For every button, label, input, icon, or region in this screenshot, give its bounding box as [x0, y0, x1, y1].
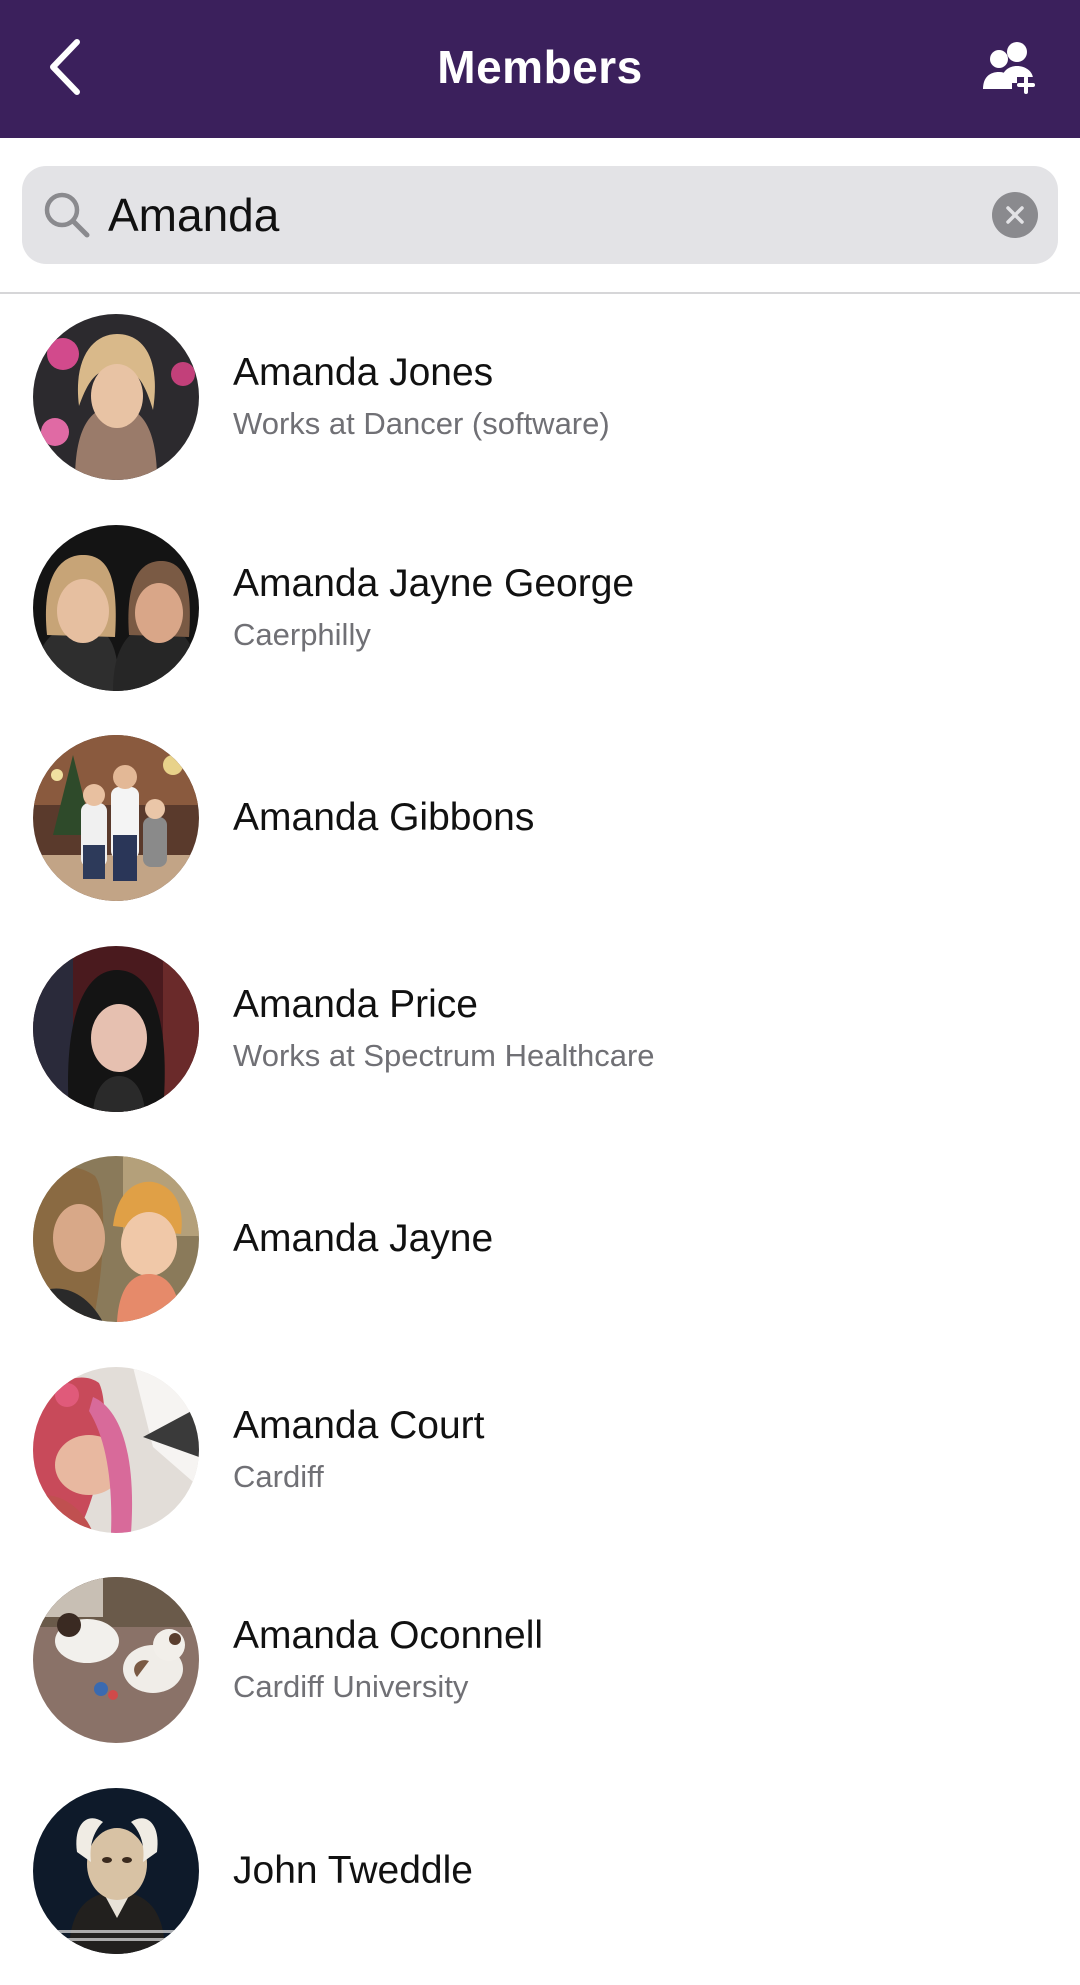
- avatar: [33, 1156, 199, 1322]
- member-info: Amanda Oconnell Cardiff University: [233, 1557, 543, 1763]
- member-name: Amanda Jayne George: [233, 561, 635, 605]
- avatar: [33, 1577, 199, 1743]
- avatar: [33, 945, 199, 1112]
- add-user-icon: [983, 42, 1035, 95]
- member-subtitle: Works at Dancer (software): [233, 406, 610, 441]
- member-subtitle: Cardiff: [233, 1458, 324, 1494]
- member-name: Amanda Gibbons: [233, 796, 535, 839]
- member-name: Amanda Oconnell: [233, 1614, 544, 1657]
- search-icon: [44, 192, 90, 238]
- clear-search-button[interactable]: [992, 192, 1038, 238]
- member-subtitle: Caerphilly: [233, 616, 371, 652]
- member-info: Amanda Jayne George Caerphilly: [233, 505, 634, 711]
- avatar: [33, 314, 199, 480]
- member-info: Amanda Court Cardiff: [233, 1347, 484, 1553]
- add-member-button[interactable]: [976, 34, 1042, 100]
- avatar: [33, 1366, 199, 1533]
- member-row[interactable]: John Tweddle: [0, 1768, 1080, 1979]
- search-input[interactable]: [108, 174, 988, 256]
- avatar: [33, 735, 199, 901]
- member-row[interactable]: Amanda Jayne George Caerphilly: [0, 505, 1080, 716]
- member-list: Amanda Jones Works at Dancer (software) …: [0, 294, 1080, 1978]
- member-info: Amanda Gibbons: [233, 715, 534, 921]
- member-name: Amanda Court: [233, 1403, 485, 1447]
- avatar: [33, 1787, 199, 1954]
- search-bar: [0, 138, 1080, 294]
- search-field[interactable]: [22, 166, 1058, 264]
- member-row[interactable]: Amanda Jayne: [0, 1136, 1080, 1347]
- member-row[interactable]: Amanda Court Cardiff: [0, 1347, 1080, 1558]
- member-info: Amanda Jayne: [233, 1136, 493, 1342]
- member-subtitle: Works at Spectrum Healthcare: [233, 1037, 655, 1073]
- page-title: Members: [437, 41, 643, 93]
- member-info: John Tweddle: [233, 1768, 473, 1974]
- member-row[interactable]: Amanda Jones Works at Dancer (software): [0, 294, 1080, 505]
- member-name: John Tweddle: [233, 1848, 473, 1892]
- app-header: Members: [0, 0, 1080, 138]
- avatar: [33, 524, 199, 691]
- member-info: Amanda Price Works at Spectrum Healthcar…: [233, 926, 655, 1132]
- member-row[interactable]: Amanda Oconnell Cardiff University: [0, 1557, 1080, 1768]
- member-subtitle: Cardiff University: [233, 1669, 469, 1704]
- member-row[interactable]: Amanda Gibbons: [0, 715, 1080, 926]
- member-name: Amanda Jayne: [233, 1217, 494, 1260]
- clear-icon: [1006, 206, 1024, 224]
- member-row[interactable]: Amanda Price Works at Spectrum Healthcar…: [0, 926, 1080, 1137]
- member-name: Amanda Price: [233, 982, 478, 1026]
- member-name: Amanda Jones: [233, 351, 494, 394]
- member-info: Amanda Jones Works at Dancer (software): [233, 294, 610, 500]
